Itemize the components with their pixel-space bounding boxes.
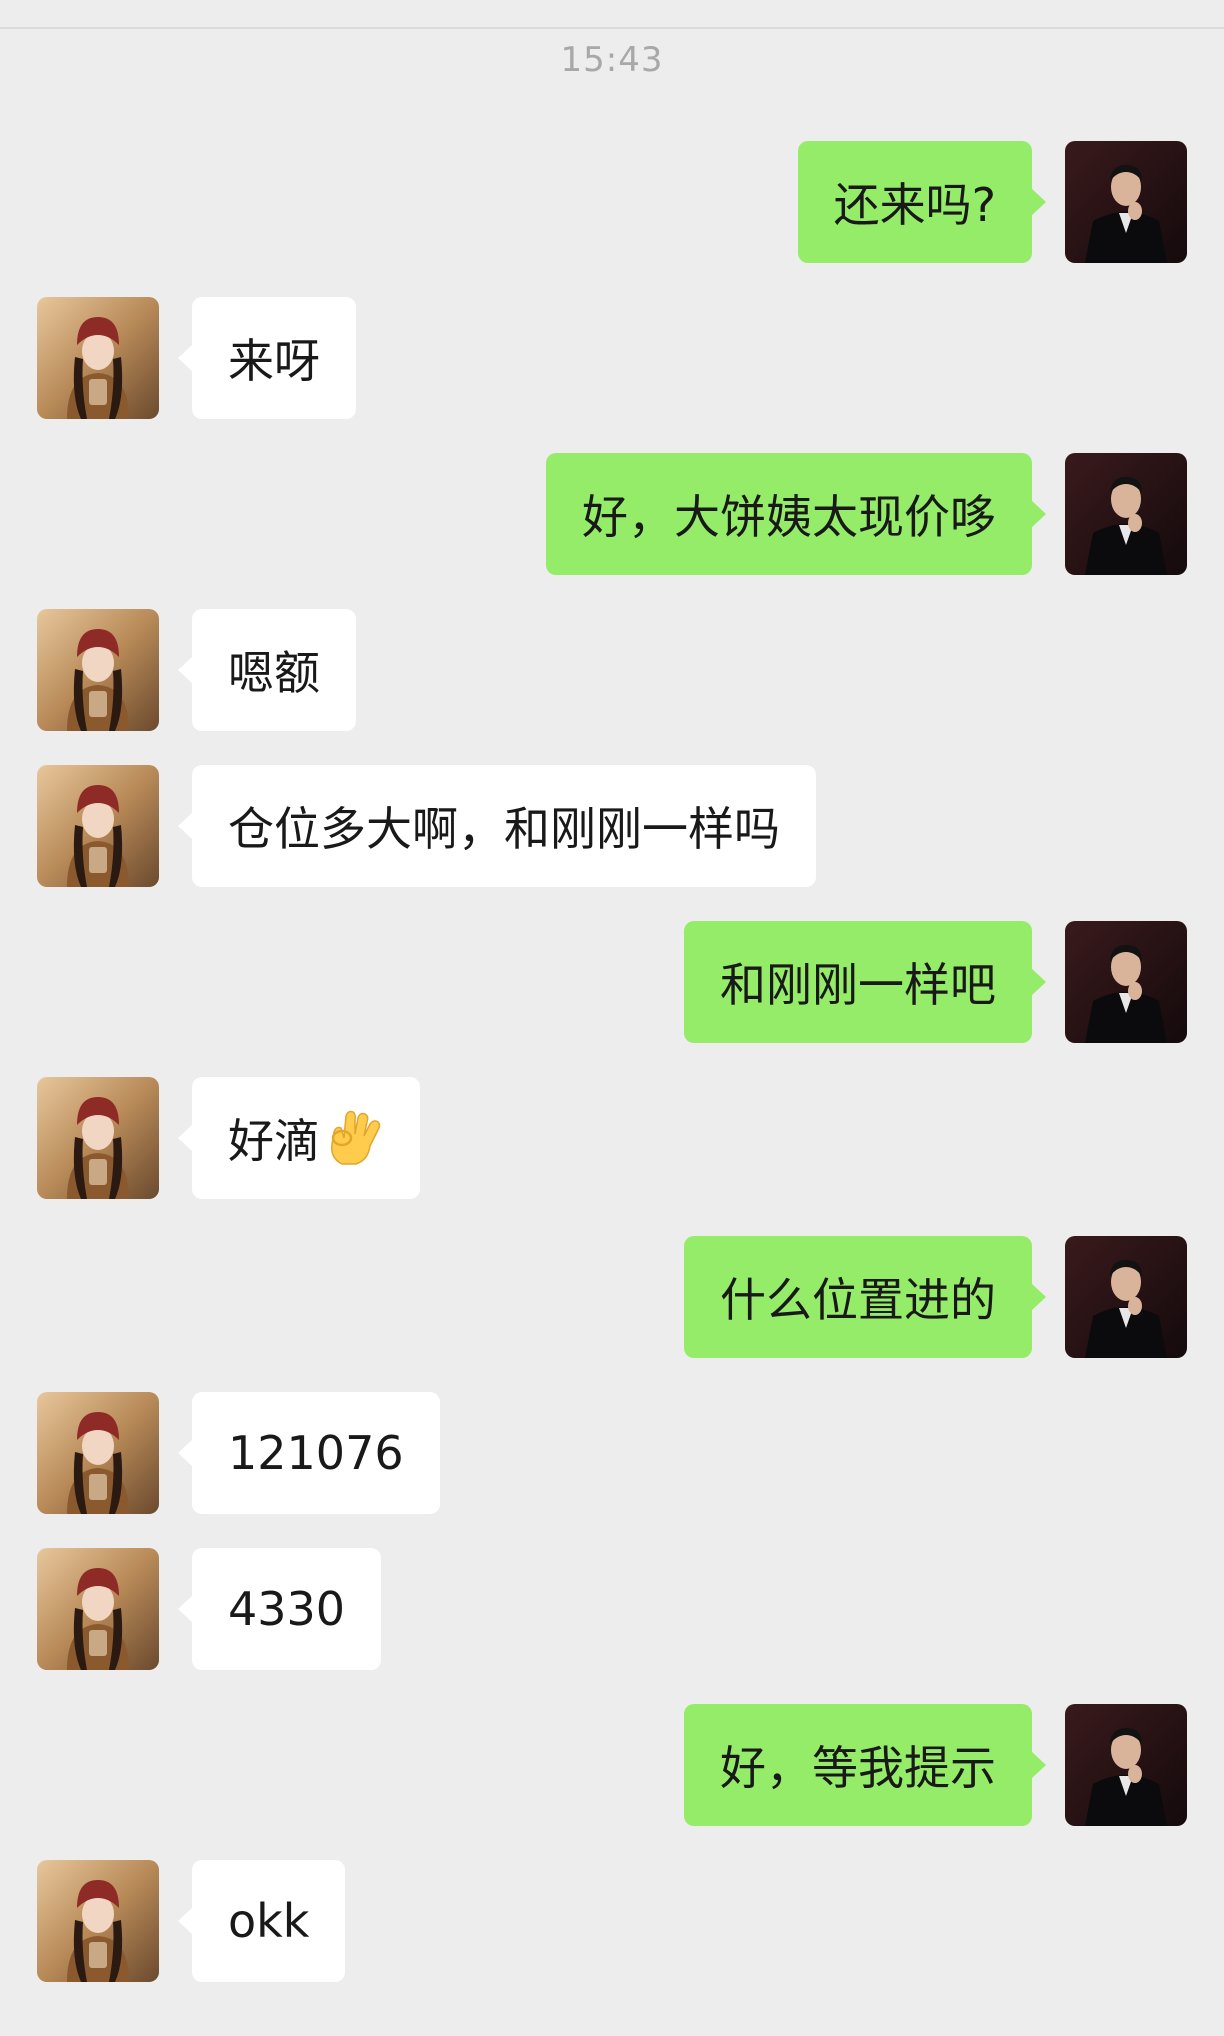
my-avatar[interactable]: [1065, 141, 1187, 263]
message-bubble-received[interactable]: 来呀: [178, 297, 356, 419]
ok-hand-emoji-icon: [324, 1108, 384, 1168]
message-bubble-received[interactable]: 4330: [177, 1548, 382, 1670]
my-avatar[interactable]: [1065, 1704, 1187, 1826]
contact-avatar[interactable]: [37, 1860, 159, 1982]
message-bubble-sent[interactable]: 好，等我提示: [684, 1704, 1046, 1826]
my-avatar[interactable]: [1065, 1236, 1187, 1358]
contact-avatar[interactable]: [37, 609, 159, 731]
message-bubble-received[interactable]: 嗯额: [178, 609, 356, 731]
my-avatar[interactable]: [1065, 921, 1187, 1043]
contact-avatar[interactable]: [37, 765, 159, 887]
message-text: 好，等我提示: [720, 1741, 996, 1795]
message-bubble-sent[interactable]: 和刚刚一样吧: [684, 921, 1046, 1043]
message-bubble-received[interactable]: 好滴: [178, 1077, 420, 1199]
message-text: 和刚刚一样吧: [720, 958, 996, 1012]
message-bubble-sent[interactable]: 还来吗?: [797, 141, 1047, 263]
message-text: 嗯额: [228, 646, 320, 700]
message-text: 什么位置进的: [720, 1273, 996, 1327]
message-text: 还来吗?: [833, 178, 996, 232]
my-avatar[interactable]: [1065, 453, 1187, 575]
contact-avatar[interactable]: [37, 1077, 159, 1199]
message-text: 121076: [228, 1426, 404, 1480]
message-text: okk: [228, 1894, 310, 1948]
chat-timestamp: 15:43: [560, 40, 664, 80]
message-text: 好滴: [228, 1114, 320, 1168]
message-text: 4330: [228, 1582, 346, 1636]
message-bubble-sent[interactable]: 什么位置进的: [684, 1236, 1046, 1358]
top-divider: [0, 27, 1224, 29]
contact-avatar[interactable]: [37, 297, 159, 419]
contact-avatar[interactable]: [37, 1392, 159, 1514]
contact-avatar[interactable]: [37, 1548, 159, 1670]
message-bubble-received[interactable]: okk: [177, 1860, 346, 1982]
message-bubble-received[interactable]: 121076: [178, 1392, 440, 1514]
message-text: 来呀: [228, 334, 320, 388]
message-text: 好，大饼姨太现价哆: [582, 490, 996, 544]
message-bubble-received[interactable]: 仓位多大啊，和刚刚一样吗: [178, 765, 816, 887]
message-bubble-sent[interactable]: 好，大饼姨太现价哆: [546, 453, 1046, 575]
message-text: 仓位多大啊，和刚刚一样吗: [228, 802, 780, 856]
